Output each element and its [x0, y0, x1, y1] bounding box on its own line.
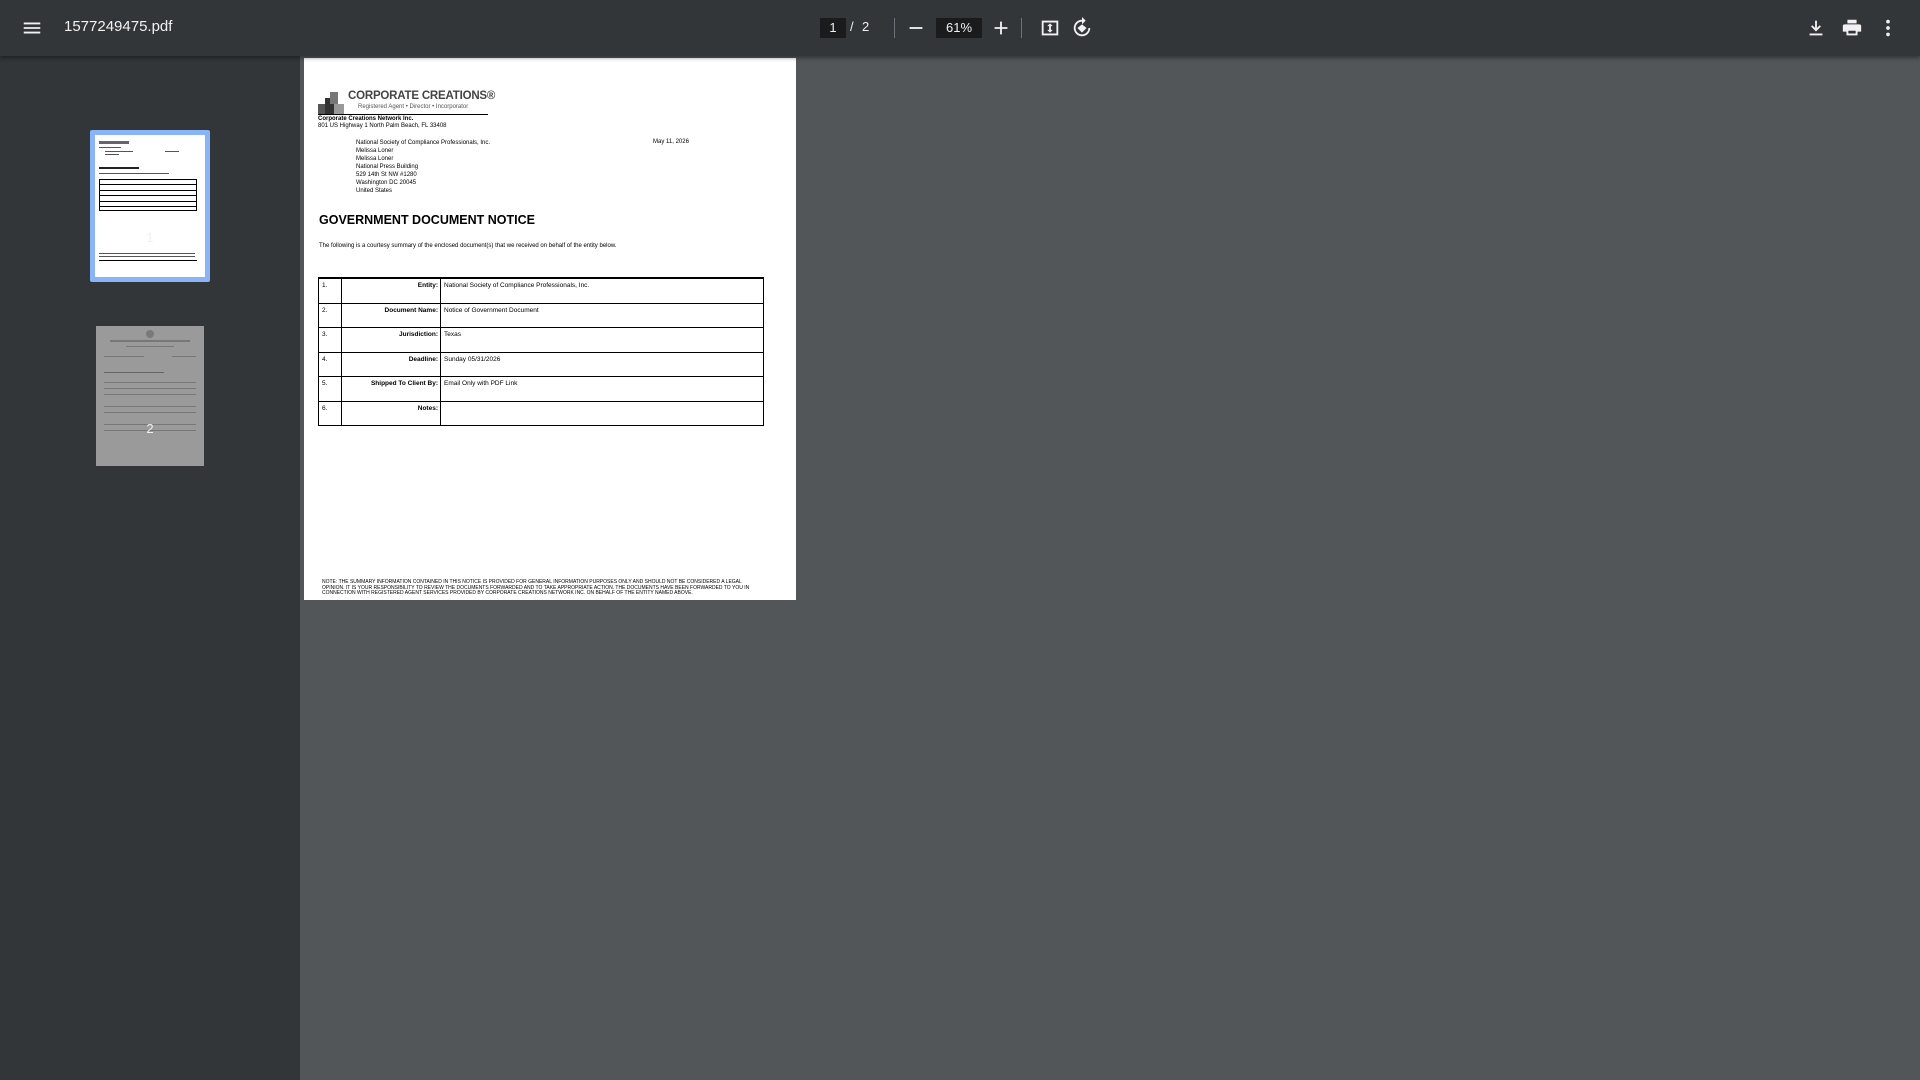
menu-button[interactable]: [12, 8, 52, 48]
logo-name: CORPORATE CREATIONS®: [348, 90, 496, 102]
print-icon: [1842, 19, 1862, 36]
logo-tagline: Registered Agent • Director • Incorporat…: [358, 104, 469, 110]
recipient-line: Washington DC 20045: [356, 180, 417, 186]
row-label: Jurisdiction:: [398, 331, 438, 338]
thumbnail-sidebar: 1 2: [0, 56, 300, 1080]
more-vert-icon: [1886, 19, 1890, 37]
row-value: Texas: [444, 331, 461, 338]
page-number-input[interactable]: 1: [820, 18, 846, 38]
file-name: 1577249475.pdf: [64, 18, 173, 35]
intro-text: The following is a courtesy summary of t…: [319, 243, 617, 249]
recipient-line: United States: [356, 188, 393, 194]
zoom-in-icon: [994, 21, 1008, 35]
download-icon: [1809, 20, 1823, 36]
thumbnail-label-2: 2: [146, 421, 154, 436]
table-row: 3. Jurisdiction: Texas: [319, 327, 763, 352]
row-value: National Society of Compliance Professio…: [444, 282, 590, 289]
row-value: Notice of Government Document: [444, 306, 539, 314]
row-label: Document Name:: [384, 306, 438, 314]
thumbnail-label-1: 1: [146, 230, 154, 245]
toolbar-divider: [1021, 18, 1022, 38]
table-row: 4. Deadline: Sunday 05/31/2026: [319, 351, 763, 377]
legal-footnote: NOTE: THE SUMMARY INFORMATION CONTAINED …: [322, 579, 750, 597]
recipient-line: Melissa Loner: [356, 156, 394, 162]
zoom-level-input[interactable]: 61%: [936, 18, 982, 38]
recipient-line: 529 14th St NW #1280: [356, 172, 417, 178]
row-label: Deadline:: [408, 355, 438, 363]
sender-company-address: 801 US Highway 1 North Palm Beach, FL 33…: [318, 123, 447, 129]
page-separator: /: [850, 19, 854, 34]
toolbar-divider: [894, 18, 895, 38]
row-number: 2.: [322, 306, 328, 314]
summary-table: 1. Entity: National Society of Complianc…: [318, 277, 764, 426]
recipient-line: National Press Building: [356, 164, 419, 170]
zoom-in-button[interactable]: [981, 8, 1021, 48]
rotate-icon: [1073, 17, 1091, 37]
menu-icon: [23, 22, 41, 34]
page-thumbnail-1[interactable]: [90, 130, 210, 282]
download-button[interactable]: [1796, 8, 1836, 48]
more-actions-button[interactable]: [1868, 8, 1908, 48]
thumbnail-preview: [95, 135, 205, 277]
sender-company-name: Corporate Creations Network Inc.: [318, 116, 414, 122]
total-pages: 2: [862, 19, 870, 34]
recipient-line: National Society of Compliance Professio…: [356, 140, 491, 146]
logo-rule: [318, 114, 488, 115]
notice-title: GOVERNMENT DOCUMENT NOTICE: [319, 213, 535, 227]
print-button[interactable]: [1832, 8, 1872, 48]
zoom-out-icon: [909, 27, 923, 29]
table-row: 2. Document Name: Notice of Government D…: [319, 302, 763, 328]
row-number: 3.: [322, 331, 328, 338]
row-label: Shipped To Client By:: [370, 380, 438, 387]
table-row: 1. Entity: National Society of Complianc…: [319, 278, 763, 303]
table-row: 5. Shipped To Client By: Email Only with…: [319, 376, 763, 401]
pdf-page-1: CORPORATE CREATIONS® Registered Agent • …: [304, 58, 796, 600]
row-number: 5.: [322, 380, 328, 387]
rotate-button[interactable]: [1062, 8, 1102, 48]
row-label: Entity:: [417, 282, 438, 289]
row-value: Sunday 05/31/2026: [444, 355, 501, 363]
page-thumbnail-2[interactable]: [96, 326, 204, 466]
logo-mark-icon: [318, 92, 344, 114]
row-number: 6.: [322, 404, 328, 412]
recipient-line: Melissa Loner: [356, 148, 394, 154]
fit-page-icon: [1041, 20, 1059, 36]
row-label: Notes:: [417, 404, 438, 412]
recipient-address: National Society of Compliance Professio…: [356, 139, 490, 195]
row-value: Email Only with PDF Link: [444, 380, 518, 387]
table-row: 6. Notes:: [319, 400, 763, 426]
document-date: May 11, 2026: [653, 139, 689, 145]
row-number: 4.: [322, 355, 328, 363]
row-number: 1.: [322, 282, 328, 289]
pdf-toolbar: 1577249475.pdf 1 / 2 61%: [0, 0, 1920, 56]
zoom-out-button[interactable]: [896, 8, 936, 48]
